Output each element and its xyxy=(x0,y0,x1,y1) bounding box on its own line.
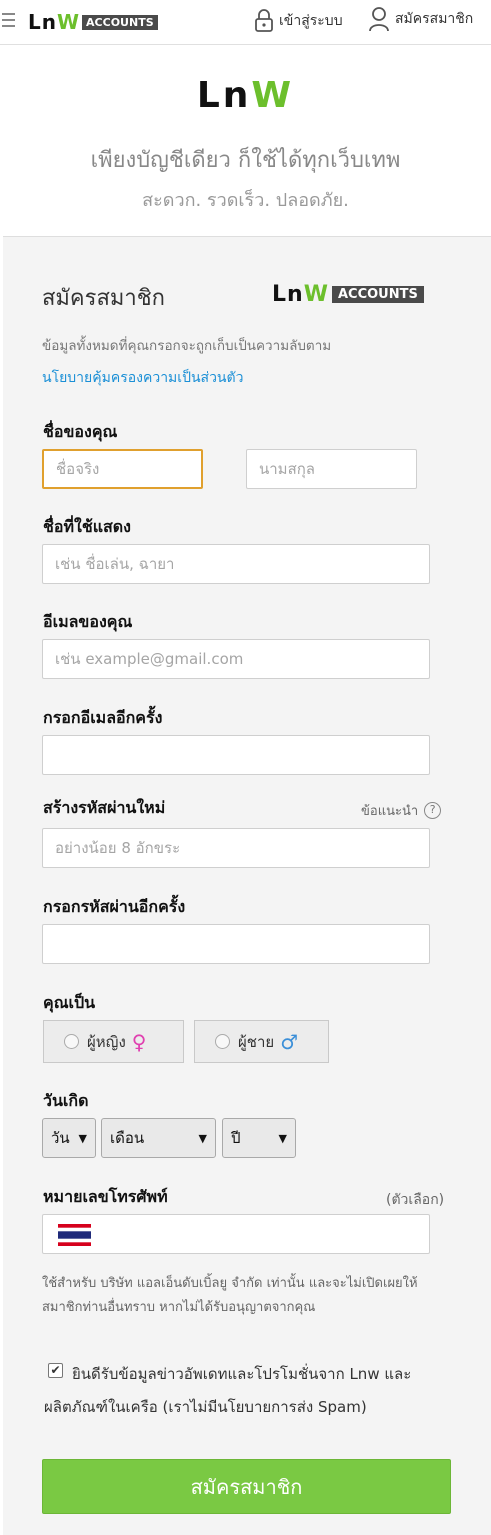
form-title: สมัครสมาชิก xyxy=(42,286,165,311)
password-label: สร้างรหัสผ่านใหม่ xyxy=(43,798,166,817)
gender-label: คุณเป็น xyxy=(43,993,96,1012)
email-confirm-label: กรอกอีเมลอีกครั้ง xyxy=(43,708,163,727)
chevron-down-icon: ▼ xyxy=(278,1131,287,1145)
header-logo[interactable]: LnW ACCOUNTS xyxy=(28,10,158,34)
user-icon xyxy=(369,7,389,32)
last-name-input[interactable] xyxy=(246,449,417,489)
help-icon[interactable]: ? xyxy=(424,802,442,819)
privacy-notice: ข้อมูลทั้งหมดที่คุณกรอกจะถูกเก็บเป็นความ… xyxy=(42,338,332,354)
lock-icon xyxy=(255,9,273,32)
birthday-label: วันเกิด xyxy=(43,1091,89,1110)
phone-input[interactable] xyxy=(42,1214,430,1254)
female-label: ผู้หญิง xyxy=(87,1032,126,1051)
female-radio[interactable] xyxy=(64,1034,79,1049)
day-select-value: วัน xyxy=(51,1129,70,1147)
gender-option-male[interactable]: ผู้ชาย ♂ xyxy=(194,1020,329,1063)
thailand-flag-icon[interactable] xyxy=(58,1224,91,1246)
chevron-down-icon: ▼ xyxy=(198,1131,207,1145)
password-confirm-label: กรอกรหัสผ่านอีกครั้ง xyxy=(43,897,186,916)
logo-badge: ACCOUNTS xyxy=(82,14,158,30)
year-select[interactable]: ปี ▼ xyxy=(222,1118,296,1158)
form-logo-badge: ACCOUNTS xyxy=(331,286,424,303)
month-select[interactable]: เดือน ▼ xyxy=(101,1118,216,1158)
hero-subtagline: สะดวก. รวดเร็ว. ปลอดภัย. xyxy=(142,190,349,211)
phone-privacy-note: ใช้สำหรับ บริษัท แอลเอ็นดับเบิ้ลยู จำกัด… xyxy=(42,1276,418,1315)
display-name-label: ชื่อที่ใช้แสดง xyxy=(43,517,131,536)
email-input[interactable] xyxy=(42,639,430,679)
phone-optional-label: (ตัวเลือก) xyxy=(386,1192,445,1208)
phone-label: หมายเลขโทรศัพท์ xyxy=(43,1187,168,1206)
password-hint-label: ข้อแนะนำ xyxy=(361,804,419,819)
form-logo-wordmark: LnW xyxy=(272,282,329,307)
password-confirm-input[interactable] xyxy=(42,924,430,964)
register-link[interactable]: สมัครสมาชิก xyxy=(368,6,473,32)
register-submit-button[interactable]: สมัครสมาชิก xyxy=(42,1459,451,1514)
year-select-value: ปี xyxy=(231,1129,241,1147)
gender-option-female[interactable]: ผู้หญิง ♀ xyxy=(43,1020,184,1063)
form-logo: LnW ACCOUNTS xyxy=(272,282,424,307)
hamburger-icon[interactable] xyxy=(2,13,15,27)
login-label: เข้าสู่ระบบ xyxy=(279,13,343,29)
register-label: สมัครสมาชิก xyxy=(395,11,474,27)
email-confirm-input[interactable] xyxy=(42,735,430,775)
female-symbol-icon: ♀ xyxy=(131,1029,147,1054)
male-symbol-icon: ♂ xyxy=(280,1029,299,1054)
day-select[interactable]: วัน ▼ xyxy=(42,1118,96,1158)
password-input[interactable] xyxy=(42,828,430,868)
hero-tagline: เพียงบัญชีเดียว ก็ใช้ได้ทุกเว็บเทพ xyxy=(90,148,401,173)
first-name-input[interactable] xyxy=(42,449,203,489)
display-name-input[interactable] xyxy=(42,544,430,584)
male-label: ผู้ชาย xyxy=(238,1032,275,1051)
month-select-value: เดือน xyxy=(110,1129,145,1147)
login-link[interactable]: เข้าสู่ระบบ xyxy=(254,9,343,33)
name-label: ชื่อของคุณ xyxy=(43,422,118,441)
privacy-policy-link[interactable]: นโยบายคุ้มครองความเป็นส่วนตัว xyxy=(42,367,243,389)
password-hint[interactable]: ข้อแนะนำ ? xyxy=(361,800,442,821)
email-label: อีเมลของคุณ xyxy=(43,612,133,631)
male-radio[interactable] xyxy=(215,1034,230,1049)
newsletter-label: ยินดีรับข้อมูลข่าวอัพเดทและโปรโมชั่นจาก … xyxy=(44,1365,412,1416)
chevron-down-icon: ▼ xyxy=(78,1131,87,1145)
top-navigation-bar: LnW ACCOUNTS เข้าสู่ระบบ สมัครสมาชิก xyxy=(0,0,491,45)
hero-logo: LnW xyxy=(196,75,295,116)
logo-wordmark: LnW xyxy=(28,10,81,34)
